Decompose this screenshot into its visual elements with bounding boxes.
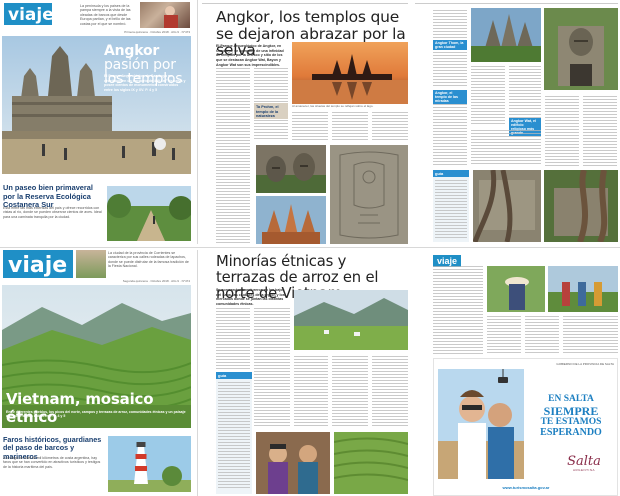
spread-1-tree-photo [473, 170, 541, 242]
cover-2-logo: viaje [3, 250, 73, 283]
spread-2-left-page: Minorías étnicas y terrazas de arroz en … [200, 250, 410, 496]
spread-2-deck: Se acercan los aventureros en los bajos … [216, 288, 285, 307]
spread-1-deck: El Parque Arqueológico de Angkor, en Cam… [216, 44, 284, 67]
spread-1-kicker: Ta Prohm, el templo de la naturaleza [256, 105, 279, 119]
cover-2-main-title: Vietnam, mosaico étnico [6, 390, 154, 426]
body-text-column [254, 308, 290, 428]
spread-2-right-photo-1 [487, 266, 545, 312]
ad-slogan-line-4: ESPERANDO [540, 426, 602, 438]
ad-brand-name: Salta [567, 454, 601, 469]
spread-2-guide-label: guía [216, 372, 252, 379]
ad-slogan: EN SALTA SIEMPRE TE ESTAMOS ESPERANDO [528, 394, 614, 438]
body-text-column [294, 356, 328, 426]
spread-1-temple-photo [256, 196, 326, 244]
side-kicker-2: Angkor, el templo de las miradas [433, 90, 467, 104]
row-divider [0, 247, 620, 248]
ad-slogan-line-2: SIEMPRE [543, 403, 599, 418]
cover-1-teaser-photo [140, 2, 190, 28]
cover-1-main-subtitle: El Parque Arqueológico de Camboya se dis… [104, 74, 186, 93]
spread-1-guide-label: guía [433, 170, 469, 177]
cover-1-second-body: Está entre las más extensas del país y o… [3, 206, 102, 219]
spread-1-photo-caption: Al amanecer, las siluetas del templo se … [292, 104, 374, 108]
spread-1-relief-photo [330, 145, 408, 244]
ad-brand: Salta ARGENTINA [554, 455, 614, 472]
spread-1-right-photo-2 [544, 8, 618, 90]
body-text-column [471, 130, 541, 166]
spread-1-left-page: Angkor, los templos que se dejaron abraz… [200, 0, 410, 244]
cover-2-teaser: La ciudad de la provincia de Corrientes … [108, 251, 189, 269]
body-text-column [563, 316, 618, 354]
body-text-column [254, 68, 288, 103]
spread-1-right-page: Angkor Thom, la gran ciudad Angkor, el t… [413, 0, 620, 244]
cover-2-main-subtitle: Entre diferentes pueblos, los picos del … [6, 410, 186, 419]
body-text-column [433, 10, 467, 38]
cover-page-2: viaje La ciudad de la provincia de Corri… [0, 250, 193, 496]
fold-divider [197, 250, 198, 496]
side-kicker-1: Angkor Thom, la gran ciudad [433, 40, 467, 50]
salta-advertisement[interactable]: GOBIERNO DE LA PROVINCIA DE SALTA EN SAL… [433, 358, 618, 496]
body-text-column [433, 52, 467, 88]
cover-1-second-photo [107, 186, 191, 241]
body-text-column [216, 308, 250, 370]
ad-brand-sub: ARGENTINA [572, 468, 595, 472]
spread-2-valley-photo [294, 290, 408, 350]
body-text-column [332, 356, 368, 426]
body-text-column [433, 104, 467, 166]
spread-1-sunset-photo [292, 42, 408, 104]
ad-url-link[interactable]: www.turismosalta.gov.ar [438, 485, 614, 490]
spread-2-people-photo [256, 432, 330, 494]
cover-2-logo-text: viaje [8, 253, 67, 278]
spread-2-terrace-photo [334, 432, 408, 494]
fold-divider [197, 0, 198, 244]
cover-2-teaser-photo [76, 250, 106, 278]
body-text-column [525, 316, 559, 354]
spread-1-kicker-box: Ta Prohm, el templo de la naturaleza [254, 103, 288, 119]
body-text-column [254, 120, 288, 140]
body-text-column [471, 66, 505, 126]
cover-2-lighthouse-photo [108, 436, 191, 492]
header-rule [202, 3, 408, 4]
body-text-column [583, 96, 617, 166]
body-text-column [509, 66, 541, 126]
spread-1-guide-box: guía [433, 170, 469, 242]
body-text-column [292, 112, 328, 142]
body-text-column [372, 356, 408, 426]
guide-text [435, 180, 467, 238]
body-text-column [216, 68, 250, 244]
spread-2-right-photo-2 [548, 266, 618, 312]
cover-1-teaser: La península y los países de la pampa si… [80, 4, 131, 26]
cover-2-second-body: A lo largo de más de mil kilómetros de c… [3, 456, 101, 469]
cover-1-logo-text: viaje [8, 5, 52, 25]
spread-1-right-photo-1 [471, 8, 541, 62]
body-text-column [433, 266, 483, 354]
spread-1-ruin-photo [544, 170, 618, 242]
spread-2-right-page: viaje GOBIERNO DE LA PROVINCIA DE SALTA [413, 250, 620, 496]
header-rule [415, 3, 618, 4]
body-text-column [372, 112, 408, 142]
cover-page-1: viaje La península y los países de la pa… [0, 0, 193, 244]
body-text-column [332, 112, 368, 142]
cover-2-edition: Segunda quincena · Octubre 2018 · Año 9 … [122, 279, 190, 283]
body-text-column [487, 316, 521, 354]
cover-1-edition: Primera quincena · Octubre 2018 · Año 9 … [124, 30, 190, 34]
guide-text [218, 382, 250, 490]
spread-2-guide-box: guía [216, 372, 252, 494]
ad-photo-couple [438, 369, 524, 479]
spread-1-stone-face-photo [256, 145, 326, 193]
body-text-column [545, 96, 579, 166]
cover-1-logo: viaje [4, 3, 54, 30]
ad-government-line: GOBIERNO DE LA PROVINCIA DE SALTA [556, 362, 614, 366]
